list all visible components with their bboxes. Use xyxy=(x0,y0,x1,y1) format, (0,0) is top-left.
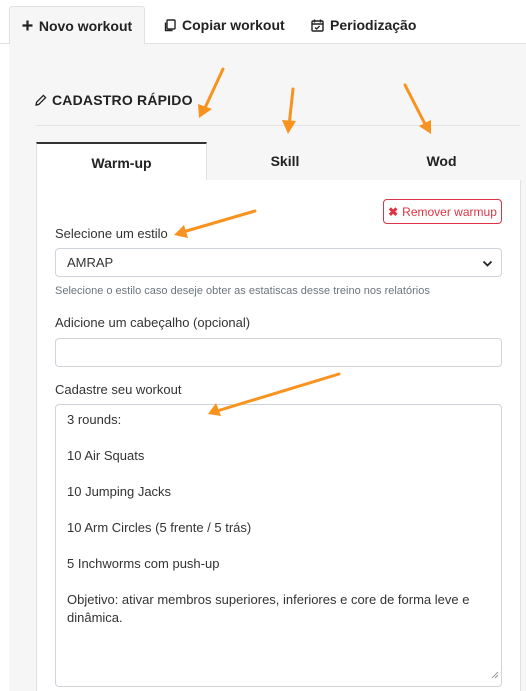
style-select[interactable]: AMRAP xyxy=(55,248,502,277)
close-icon: ✖ xyxy=(388,204,399,219)
tab-label: Copiar workout xyxy=(182,17,285,33)
pencil-icon xyxy=(34,93,47,107)
tab-novo-workout[interactable]: Novo workout xyxy=(9,6,145,45)
textarea-line: Objetivo: ativar membros superiores, inf… xyxy=(67,592,470,607)
style-help-text: Selecione o estilo caso deseje obter as … xyxy=(55,285,430,297)
textarea-line xyxy=(67,537,490,555)
tab-label: Wod xyxy=(426,153,457,169)
textarea-line xyxy=(67,429,490,447)
tab-label: Warm-up xyxy=(91,154,152,171)
textarea-line: 10 Arm Circles (5 frente / 5 trás) xyxy=(67,520,252,535)
workout-textarea[interactable]: 3 rounds: 10 Air Squats 10 Jumping Jacks… xyxy=(55,404,502,687)
textarea-line: 10 Jumping Jacks xyxy=(67,484,172,499)
chevron-down-icon xyxy=(482,257,493,272)
textarea-line: 10 Air Squats xyxy=(67,448,145,463)
textarea-line xyxy=(67,465,490,483)
calendar-check-icon xyxy=(311,19,324,32)
textarea-line: 3 rounds: xyxy=(67,412,122,427)
top-tab-bar: Novo workout Copiar workout Periodização xyxy=(0,0,526,45)
tab-wod[interactable]: Wod xyxy=(363,142,520,180)
button-label: Remover warmup xyxy=(402,204,497,219)
header-label: Adicione um cabeçalho (opcional) xyxy=(55,315,251,330)
textarea-line: dinâmica. xyxy=(67,610,123,625)
textarea-line: 5 Inchworms com push-up xyxy=(67,556,220,571)
header-input[interactable] xyxy=(55,338,502,367)
tab-label: Novo workout xyxy=(38,17,133,34)
section-title-text: CADASTRO RÁPIDO xyxy=(52,92,193,108)
tab-label: Periodização xyxy=(330,17,417,33)
textarea-line xyxy=(67,573,490,591)
select-value: AMRAP xyxy=(67,255,114,270)
copy-icon xyxy=(163,18,176,32)
resize-handle-icon[interactable] xyxy=(491,666,499,684)
remove-warmup-button[interactable]: ✖ Remover warmup xyxy=(383,199,502,224)
sub-tab-bar: Warm-up Skill Wod xyxy=(36,142,520,181)
workout-label: Cadastre seu workout xyxy=(55,382,182,397)
tab-warm-up[interactable]: Warm-up xyxy=(36,142,207,181)
tab-copiar-workout[interactable]: Copiar workout xyxy=(163,6,285,44)
tab-skill[interactable]: Skill xyxy=(207,142,363,180)
plus-icon xyxy=(22,20,33,31)
textarea-line xyxy=(67,501,490,519)
divider xyxy=(36,125,520,126)
section-title: CADASTRO RÁPIDO xyxy=(34,92,193,108)
tab-label: Skill xyxy=(270,153,300,169)
style-label: Selecione um estilo xyxy=(55,226,168,241)
tab-periodizacao[interactable]: Periodização xyxy=(311,6,416,44)
